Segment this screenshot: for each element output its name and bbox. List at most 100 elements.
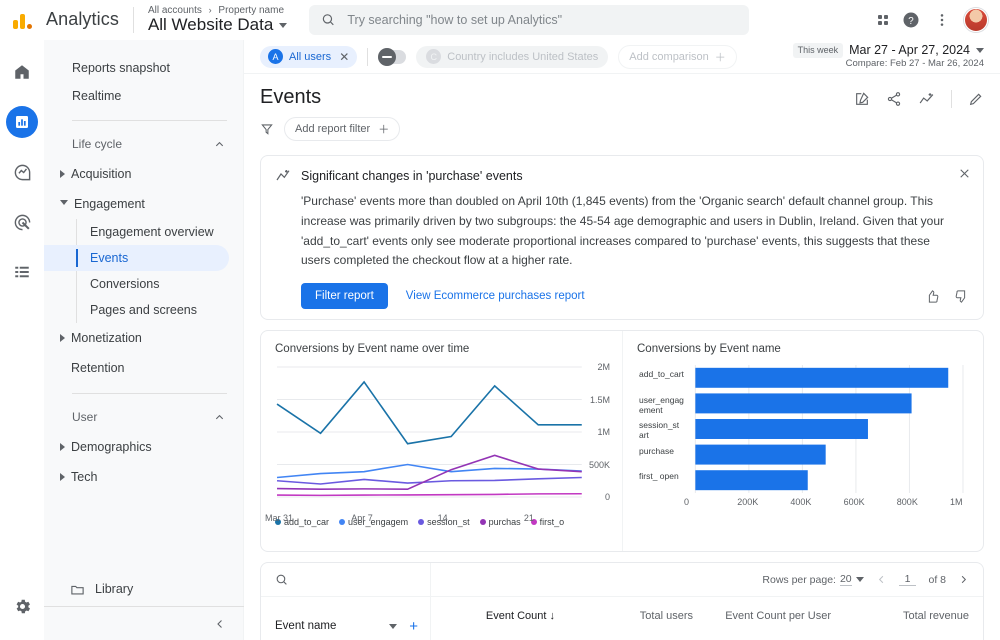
thumbs-up-icon[interactable]	[925, 289, 940, 304]
page-total: of 8	[928, 573, 946, 586]
nav-item-library[interactable]: Library	[44, 572, 244, 606]
legend-dot	[479, 519, 486, 526]
nav-reports-snapshot[interactable]: Reports snapshot	[44, 54, 243, 82]
date-compare-row: Compare: Feb 27 - Mar 26, 2024	[793, 58, 984, 70]
nav-group-lifecycle[interactable]: Life cycle	[44, 129, 243, 159]
chevron-down-icon[interactable]	[389, 623, 398, 629]
account-selector[interactable]: All accounts › Property name All Website…	[147, 4, 288, 35]
add-comparison-button[interactable]: Add comparison ＋	[618, 44, 737, 69]
insight-header: Significant changes in 'purchase' events	[275, 168, 969, 184]
breadcrumb-account: All accounts	[147, 4, 202, 16]
table-header-row: Event name + Event Count ↓ Total users E…	[261, 597, 983, 640]
plus-icon: ＋	[378, 124, 390, 136]
rail-item-settings[interactable]	[6, 590, 38, 622]
chevron-up-icon	[215, 141, 224, 146]
nav-item-pages-and-screens[interactable]: Pages and screens	[44, 297, 243, 323]
line-chart-plot[interactable]: 0 500K 1M 1.5M 2M Mar 31 Apr 7 14 21	[265, 361, 610, 523]
brand-title: Analytics	[46, 9, 119, 29]
column-header-total-revenue[interactable]: Total revenue	[845, 597, 983, 624]
filter-report-button[interactable]: Filter report	[301, 283, 388, 310]
legend-item[interactable]: purchas	[479, 517, 521, 527]
line-chart-ytick: 1.5M	[589, 394, 610, 405]
nav-item-monetization[interactable]: Monetization	[44, 323, 243, 353]
chevron-left-icon[interactable]	[876, 574, 887, 585]
segment-chip-all-users[interactable]: A All users ✕	[260, 45, 358, 68]
filter-icon[interactable]	[260, 122, 274, 136]
add-report-filter-button[interactable]: Add report filter ＋	[284, 117, 401, 141]
apps-grid-icon[interactable]	[878, 14, 888, 25]
page-current[interactable]: 1	[898, 573, 917, 587]
feedback-controls	[925, 289, 969, 304]
legend-label: session_st	[427, 517, 470, 528]
line-chart-ytick: 2M	[597, 362, 610, 373]
nav-item-tech[interactable]: Tech	[44, 462, 243, 492]
segment-chip-country[interactable]: C Country includes United States	[416, 45, 609, 68]
bar-chart-xtick: 1M	[950, 497, 963, 508]
insight-body: 'Purchase' events more than doubled on A…	[301, 194, 945, 268]
nav-item-engagement-overview[interactable]: Engagement overview	[44, 219, 243, 245]
nav-item-conversions[interactable]: Conversions	[44, 271, 243, 297]
chevron-left-icon	[217, 619, 222, 628]
dimension-header: Event name +	[261, 597, 431, 640]
line-chart-xtick: Apr 7	[351, 513, 373, 524]
nav-item-events[interactable]: Events	[44, 245, 229, 271]
rows-per-page[interactable]: Rows per page: 20	[762, 573, 864, 587]
rail-item-home[interactable]	[6, 56, 38, 88]
legend-dot	[339, 519, 346, 526]
add-dimension-icon[interactable]: +	[409, 619, 418, 634]
nav-item-tech-label: Tech	[71, 470, 98, 484]
add-report-filter-label: Add report filter	[295, 123, 371, 135]
column-header-event-count-label: Event Count	[485, 610, 547, 623]
nav-item-engagement[interactable]: Engagement	[44, 189, 243, 219]
nav-group-user[interactable]: User	[44, 402, 243, 432]
sort-desc-icon: ↓	[549, 610, 556, 623]
search-box[interactable]	[309, 4, 750, 35]
bar-chart-category-label: user_engag ement	[639, 394, 684, 415]
table-search[interactable]	[261, 562, 431, 597]
home-icon	[15, 65, 29, 79]
search-input[interactable]	[347, 12, 738, 27]
property-selector[interactable]: All Website Data	[148, 15, 288, 35]
edit-box-icon[interactable]	[854, 91, 870, 107]
trending-insight-icon	[276, 170, 290, 181]
chevron-right-icon[interactable]	[958, 574, 969, 585]
nav-item-acquisition[interactable]: Acquisition	[44, 159, 243, 189]
thumbs-down-icon[interactable]	[954, 289, 969, 304]
nav-item-retention[interactable]: Retention	[44, 353, 243, 383]
date-range-selector[interactable]: This week Mar 27 - Apr 27, 2024 Compare:…	[792, 43, 984, 71]
report-filter-row: Add report filter ＋	[260, 117, 401, 141]
rail-item-explore[interactable]	[6, 156, 38, 188]
collapse-nav-button[interactable]	[44, 606, 244, 640]
segment-chip-label: All users	[289, 50, 332, 63]
bar-chart-xtick: 200K	[737, 497, 759, 508]
bar-chart-plot[interactable]: add_to_cart user_engag ement session_st ar…	[637, 361, 969, 511]
search-icon	[323, 14, 335, 26]
view-ecommerce-report-link[interactable]: View Ecommerce purchases report	[406, 290, 585, 302]
legend-item[interactable]: user_engagem	[339, 517, 408, 527]
rail-item-configure[interactable]	[6, 256, 38, 288]
nav-realtime[interactable]: Realtime	[44, 82, 243, 110]
line-chart-xtick: 21	[523, 513, 534, 524]
column-header-total-users[interactable]: Total users	[569, 597, 707, 624]
divider	[367, 47, 369, 66]
nav-item-demographics[interactable]: Demographics	[44, 432, 243, 462]
help-icon[interactable]: ?	[902, 11, 920, 29]
insight-card: Significant changes in 'purchase' events…	[260, 155, 984, 321]
share-icon[interactable]	[886, 91, 902, 107]
rail-item-reports[interactable]	[6, 106, 38, 138]
insights-icon[interactable]	[918, 91, 935, 108]
more-vertical-icon[interactable]	[934, 12, 950, 28]
avatar[interactable]	[964, 7, 988, 32]
close-icon[interactable]	[958, 167, 971, 180]
rail-item-advertising[interactable]	[6, 206, 38, 238]
close-icon[interactable]: ✕	[339, 50, 349, 64]
bar-chart-xtick: 0	[684, 497, 690, 508]
legend-label: first_o	[539, 517, 565, 528]
legend-item[interactable]: first_o	[530, 517, 565, 528]
comparison-toggle[interactable]	[378, 47, 407, 66]
column-header-event-count-per-user[interactable]: Event Count per User	[707, 597, 845, 624]
pencil-icon[interactable]	[968, 91, 984, 107]
segment-avatar: C	[426, 49, 442, 64]
nav-divider	[72, 393, 227, 394]
column-header-event-count[interactable]: Event Count ↓	[431, 597, 569, 624]
